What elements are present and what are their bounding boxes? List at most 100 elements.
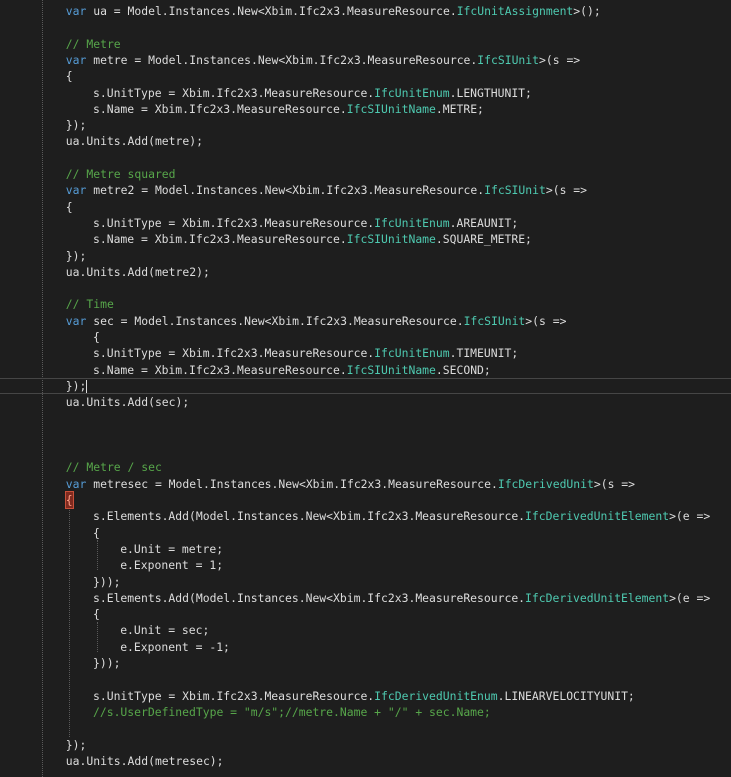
code-line[interactable]: })); [0,574,731,590]
code-line[interactable]: s.UnitType = Xbim.Ifc2x3.MeasureResource… [0,688,731,704]
type-token: IfcUnitEnum [374,85,450,100]
code-line[interactable]: s.UnitType = Xbim.Ifc2x3.MeasureResource… [0,345,731,361]
code-text: { [93,607,100,622]
code-line[interactable]: // Metre squared [0,166,731,182]
code-line[interactable]: //s.UserDefinedType = "m/s";//metre.Name… [0,704,731,720]
code-line[interactable]: { [0,68,731,84]
code-text: >(); [573,4,601,18]
code-line[interactable]: { [0,606,731,622]
code-line-content: { [64,491,74,509]
code-line[interactable]: }); [0,117,731,133]
code-line-content: { [66,68,73,84]
code-text: metresec = Model.Instances.New<Xbim.Ifc2… [86,476,498,491]
code-line[interactable]: s.Elements.Add(Model.Instances.New<Xbim.… [0,590,731,606]
code-line-content: ua.Units.Add(metre); [66,133,203,149]
code-line[interactable]: var sec = Model.Instances.New<Xbim.Ifc2x… [0,313,731,329]
code-line[interactable]: ua.Units.Add(metresec); [0,753,731,769]
code-text: >(s => [545,183,588,198]
code-line-content: }); [66,379,88,393]
code-text: e.Exponent = 1; [120,558,224,573]
code-editor[interactable]: var ua = Model.Instances.New<Xbim.Ifc2x3… [0,0,731,777]
comment-token: // Metre / sec [65,460,162,475]
code-line[interactable]: s.Name = Xbim.Ifc2x3.MeasureResource.Ifc… [0,362,731,378]
code-text: { [93,525,100,540]
code-text: .AREAUNIT; [449,215,519,230]
type-token: IfcSIUnit [484,183,546,198]
code-line[interactable]: var metre = Model.Instances.New<Xbim.Ifc… [0,52,731,68]
code-line[interactable]: // Time [0,296,731,312]
code-line-content: //s.UserDefinedType = "m/s";//metre.Name… [93,704,491,720]
code-line[interactable]: s.Elements.Add(Model.Instances.New<Xbim.… [0,508,731,524]
current-line[interactable]: }); [0,377,731,394]
code-line-content: })); [93,655,120,671]
code-line[interactable]: // Metre [0,36,731,52]
code-line-content: s.UnitType = Xbim.Ifc2x3.MeasureResource… [93,345,518,361]
code-line[interactable] [0,671,731,687]
code-line-content: ua.Units.Add(metresec); [66,753,224,769]
type-token: IfcSIUnit [477,52,540,67]
code-line-content: s.UnitType = Xbim.Ifc2x3.MeasureResource… [93,215,518,231]
comment-token: //s.UserDefinedType = "m/s";//metre.Name… [93,704,491,719]
code-text: .LINEARVELOCITYUNIT; [497,688,635,703]
type-token: IfcSIUnitName [346,101,436,116]
code-text: metre = Model.Instances.New<Xbim.Ifc2x3.… [86,52,478,67]
code-line[interactable]: e.Exponent = -1; [0,639,731,655]
code-line[interactable]: }); [0,248,731,264]
text-caret [86,379,88,393]
code-line[interactable]: var metre2 = Model.Instances.New<Xbim.If… [0,182,731,198]
code-text: ua = Model.Instances.New<Xbim.Ifc2x3.Mea… [86,4,457,18]
keyword-token: var [65,476,87,491]
code-line[interactable] [0,720,731,736]
code-line[interactable]: { [0,329,731,345]
code-line[interactable]: s.UnitType = Xbim.Ifc2x3.MeasureResource… [0,215,731,231]
type-token: IfcUnitEnum [374,346,450,361]
code-line[interactable]: var metresec = Model.Instances.New<Xbim.… [0,476,731,492]
code-line[interactable]: ua.Units.Add(metre); [0,133,731,149]
code-line[interactable] [0,427,731,443]
code-line[interactable] [0,443,731,459]
code-text: >(s => [539,52,581,67]
code-line-content: ua.Units.Add(sec); [66,394,189,410]
code-line-content: { [93,606,100,622]
code-line-content: })); [93,574,120,590]
code-line-content: e.Unit = sec; [120,622,209,638]
code-line-content: s.Name = Xbim.Ifc2x3.MeasureResource.Ifc… [93,362,491,378]
code-text: >(e => [669,590,711,605]
code-line[interactable]: // Metre / sec [0,459,731,475]
type-token: IfcDerivedUnitElement [525,590,670,605]
code-line[interactable]: s.Name = Xbim.Ifc2x3.MeasureResource.Ifc… [0,101,731,117]
type-token: IfcDerivedUnitEnum [374,688,498,703]
code-line[interactable]: e.Unit = metre; [0,541,731,557]
code-line[interactable] [0,411,731,427]
code-line[interactable] [0,19,731,35]
code-line[interactable]: var ua = Model.Instances.New<Xbim.Ifc2x3… [0,3,731,19]
code-text: ua.Units.Add(metre); [65,134,203,149]
code-line[interactable] [0,150,731,166]
code-line-content: var sec = Model.Instances.New<Xbim.Ifc2x… [66,313,567,329]
code-text: }); [65,378,87,393]
code-text: s.UnitType = Xbim.Ifc2x3.MeasureResource… [93,85,375,100]
code-line[interactable]: { [0,525,731,541]
comment-token: // Metre squared [65,167,176,181]
code-text: ua.Units.Add(metre2); [65,264,210,279]
type-token: IfcSIUnitName [346,232,436,247]
code-text: e.Exponent = -1; [120,639,230,654]
code-line[interactable]: s.UnitType = Xbim.Ifc2x3.MeasureResource… [0,85,731,101]
code-line-content: s.Elements.Add(Model.Instances.New<Xbim.… [93,590,710,606]
code-line-content: var ua = Model.Instances.New<Xbim.Ifc2x3… [66,3,601,19]
code-line[interactable]: e.Exponent = 1; [0,557,731,573]
code-line[interactable]: { [0,491,731,509]
code-text: { [65,199,73,214]
code-line-content: s.Name = Xbim.Ifc2x3.MeasureResource.Ifc… [93,101,484,117]
code-text: s.Elements.Add(Model.Instances.New<Xbim.… [93,509,526,524]
code-line[interactable]: })); [0,655,731,671]
code-line[interactable]: ua.Units.Add(metre2); [0,264,731,280]
code-text: >(e => [669,509,711,524]
code-line[interactable] [0,280,731,296]
code-line[interactable]: s.Name = Xbim.Ifc2x3.MeasureResource.Ifc… [0,231,731,247]
code-line[interactable]: ua.Units.Add(sec); [0,394,731,410]
code-line[interactable]: }); [0,737,731,753]
type-token: IfcDerivedUnitElement [525,509,670,524]
code-line[interactable]: { [0,199,731,215]
code-line[interactable]: e.Unit = sec; [0,622,731,638]
